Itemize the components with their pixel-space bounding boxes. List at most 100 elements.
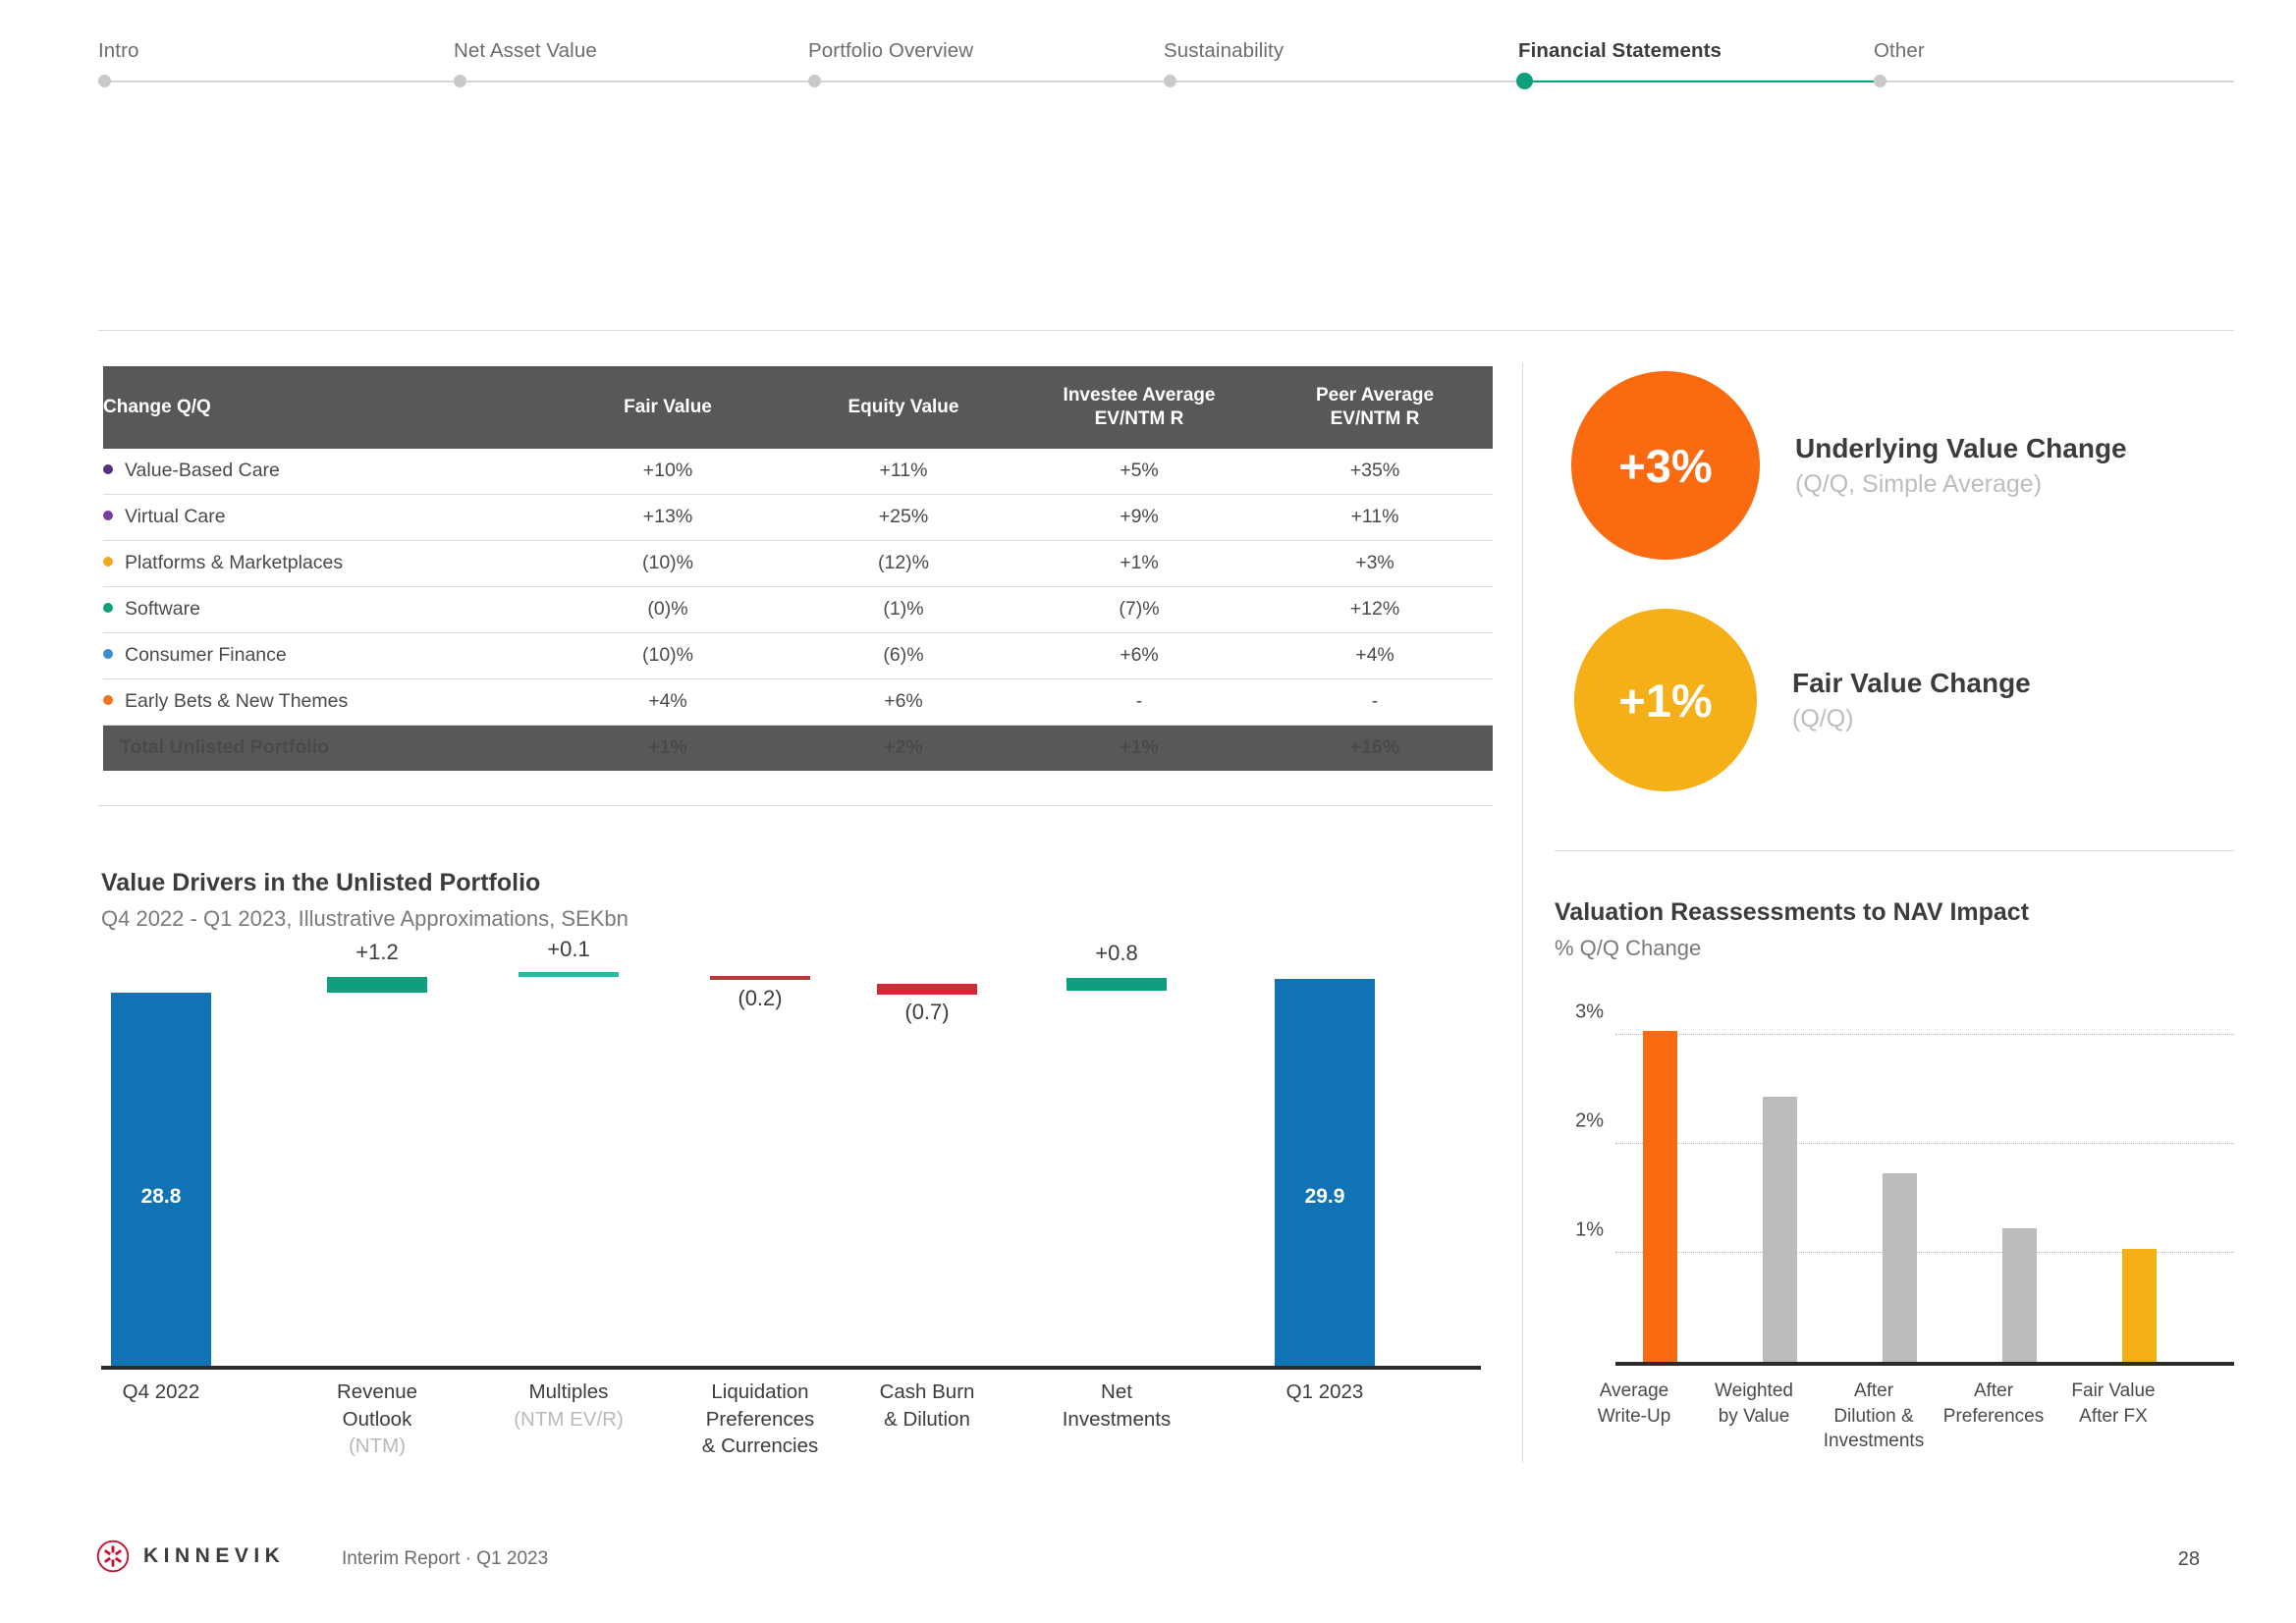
table-row: Consumer Finance (10)% (6)% +6% +4% [103,632,1493,679]
waterfall-bar-q1-2023: 29.9 [1275,979,1375,1366]
sector-bullet-icon [103,649,113,659]
cell-fair-value: (0)% [550,586,786,633]
kpi-subtitle: (Q/Q) [1792,704,1854,732]
waterfall-bar-net-investments: +0.8 [1066,941,1167,991]
cell-total-peer-average: +16% [1257,725,1493,771]
waterfall-baseline [101,1366,1481,1370]
cell-fair-value: +13% [550,494,786,541]
cell-fair-value: +10% [550,448,786,495]
column-header-change-qq: Change Q/Q [103,366,550,449]
waterfall-x-label-revenue-outlook: Revenue Outlook (NTM) [336,1380,418,1458]
cell-peer-average: +4% [1257,632,1493,679]
page-number: 28 [2177,1548,2200,1570]
nav-impact-bar-weighted-by-value [1763,1097,1797,1362]
waterfall-x-label-q4-2022: Q4 2022 [122,1380,200,1403]
waterfall-column: +1.2 [327,940,427,1366]
waterfall-bar-value: 29.9 [1304,1185,1345,1208]
table-header-row: Change Q/Q Fair Value Equity Value Inves… [103,366,1493,449]
cell-peer-average: - [1257,678,1493,726]
waterfall-chart-title: Value Drivers in the Unlisted Portfolio [101,869,541,896]
cell-investee-average: +1% [1021,540,1257,587]
nav-dot [808,75,821,87]
kpi-value: +3% [1618,439,1713,492]
nav-item-net-asset-value[interactable]: Net Asset Value [454,39,597,87]
column-header-peer-average: Peer Average EV/NTM R [1257,366,1493,449]
gridline-3pct [1615,1034,2234,1035]
cell-peer-average: +11% [1257,494,1493,541]
nav-dot [1164,75,1176,87]
waterfall-column: 29.9 [1275,957,1375,1366]
nav-dot-active [1516,73,1533,89]
cell-fair-value: (10)% [550,540,786,587]
waterfall-bar-value: (0.7) [904,1000,950,1024]
waterfall-column: 28.8 [111,957,211,1366]
divider-left-middle [98,805,1493,806]
nav-impact-bar-fair-value-after-fx [2122,1249,2157,1362]
brand-name: KINNEVIK [143,1544,286,1567]
kinnevik-logo-icon [96,1540,130,1573]
gridline-2pct [1615,1143,2234,1144]
waterfall-bar-liquidation-preferences: (0.2) [710,976,810,1010]
waterfall-bar-revenue-outlook: +1.2 [327,940,427,993]
waterfall-x-label-net-investments: Net Investments [1062,1380,1172,1431]
waterfall-bar-multiples: +0.1 [519,937,619,977]
cell-equity-value: +11% [786,448,1021,495]
cell-investee-average: - [1021,678,1257,726]
nav-item-other[interactable]: Other [1874,39,1925,87]
cell-equity-value: (6)% [786,632,1021,679]
row-label-cell: Platforms & Marketplaces [103,540,550,587]
nav-item-label: Net Asset Value [454,39,597,62]
nav-impact-bar-after-preferences [2002,1228,2037,1362]
nav-dot [1874,75,1886,87]
cell-equity-value: (12)% [786,540,1021,587]
column-header-equity-value: Equity Value [786,366,1021,449]
kpi-value: +1% [1618,674,1713,727]
y-tick-3pct: 3% [1575,1001,1604,1023]
table-total-row: Total Unlisted Portfolio +1% +2% +1% +16… [103,725,1493,771]
waterfall-column: +0.1 [519,937,619,1366]
cell-fair-value: (10)% [550,632,786,679]
kpi-circle: +3% [1571,371,1760,560]
cell-investee-average: +6% [1021,632,1257,679]
waterfall-chart-plot: 28.8 +1.2 +0.1 (0.2) (0.7) +0.8 29.9 [101,937,1481,1370]
nav-item-intro[interactable]: Intro [98,39,139,87]
kpi-underlying-value-change: +3% Underlying Value Change (Q/Q, Simple… [1571,371,2127,560]
waterfall-bar-value: +0.1 [547,937,590,961]
nav-impact-chart-title: Valuation Reassessments to NAV Impact [1555,898,2030,926]
cell-peer-average: +3% [1257,540,1493,587]
nav-item-portfolio-overview[interactable]: Portfolio Overview [808,39,974,87]
y-tick-2pct: 2% [1575,1109,1604,1132]
kpi-title: Underlying Value Change [1795,432,2127,463]
nav-item-financial-statements[interactable]: Financial Statements [1516,39,1722,89]
nav-impact-bar-after-dilution-investments [1883,1173,1917,1362]
cell-equity-value: +25% [786,494,1021,541]
row-label-cell: Software [103,586,550,633]
kpi-circle: +1% [1574,609,1757,791]
nav-impact-chart-header: Valuation Reassessments to NAV Impact % … [1555,896,2029,962]
sector-bullet-icon [103,557,113,567]
cell-investee-average: +9% [1021,494,1257,541]
kpi-title: Fair Value Change [1792,667,2031,698]
waterfall-chart-header: Value Drivers in the Unlisted Portfolio … [101,867,629,933]
cell-total-label: Total Unlisted Portfolio [103,725,550,771]
column-header-fair-value: Fair Value [550,366,786,449]
waterfall-x-label-liquidation-preferences: Liquidation Preferences & Currencies [701,1380,819,1458]
waterfall-bar-value: +0.8 [1095,941,1138,965]
sector-bullet-icon [103,464,113,474]
table-row: Platforms & Marketplaces (10)% (12)% +1%… [103,540,1493,587]
nav-item-sustainability[interactable]: Sustainability [1164,39,1284,87]
change-qq-table: Change Q/Q Fair Value Equity Value Inves… [103,366,1493,771]
waterfall-bar-value: (0.2) [738,986,783,1010]
nav-impact-x-label-fair-value-after-fx: Fair Value After FX [2071,1380,2156,1427]
nav-item-label: Portfolio Overview [808,39,974,62]
waterfall-bar-value: 28.8 [140,1185,182,1208]
cell-equity-value: (1)% [786,586,1021,633]
waterfall-x-label-multiples: Multiples (NTM EV/R) [514,1380,624,1431]
waterfall-column: (0.2) [710,957,810,1366]
sector-bullet-icon [103,603,113,613]
waterfall-x-label-q1-2023: Q1 2023 [1285,1380,1364,1403]
nav-impact-chart-plot: 3% 2% 1% [1555,1001,2234,1370]
waterfall-bar-cash-burn-dilution: (0.7) [877,984,977,1024]
nav-impact-bar-average-write-up [1643,1031,1677,1362]
footer-report-label: Interim Report · Q1 2023 [342,1548,549,1569]
